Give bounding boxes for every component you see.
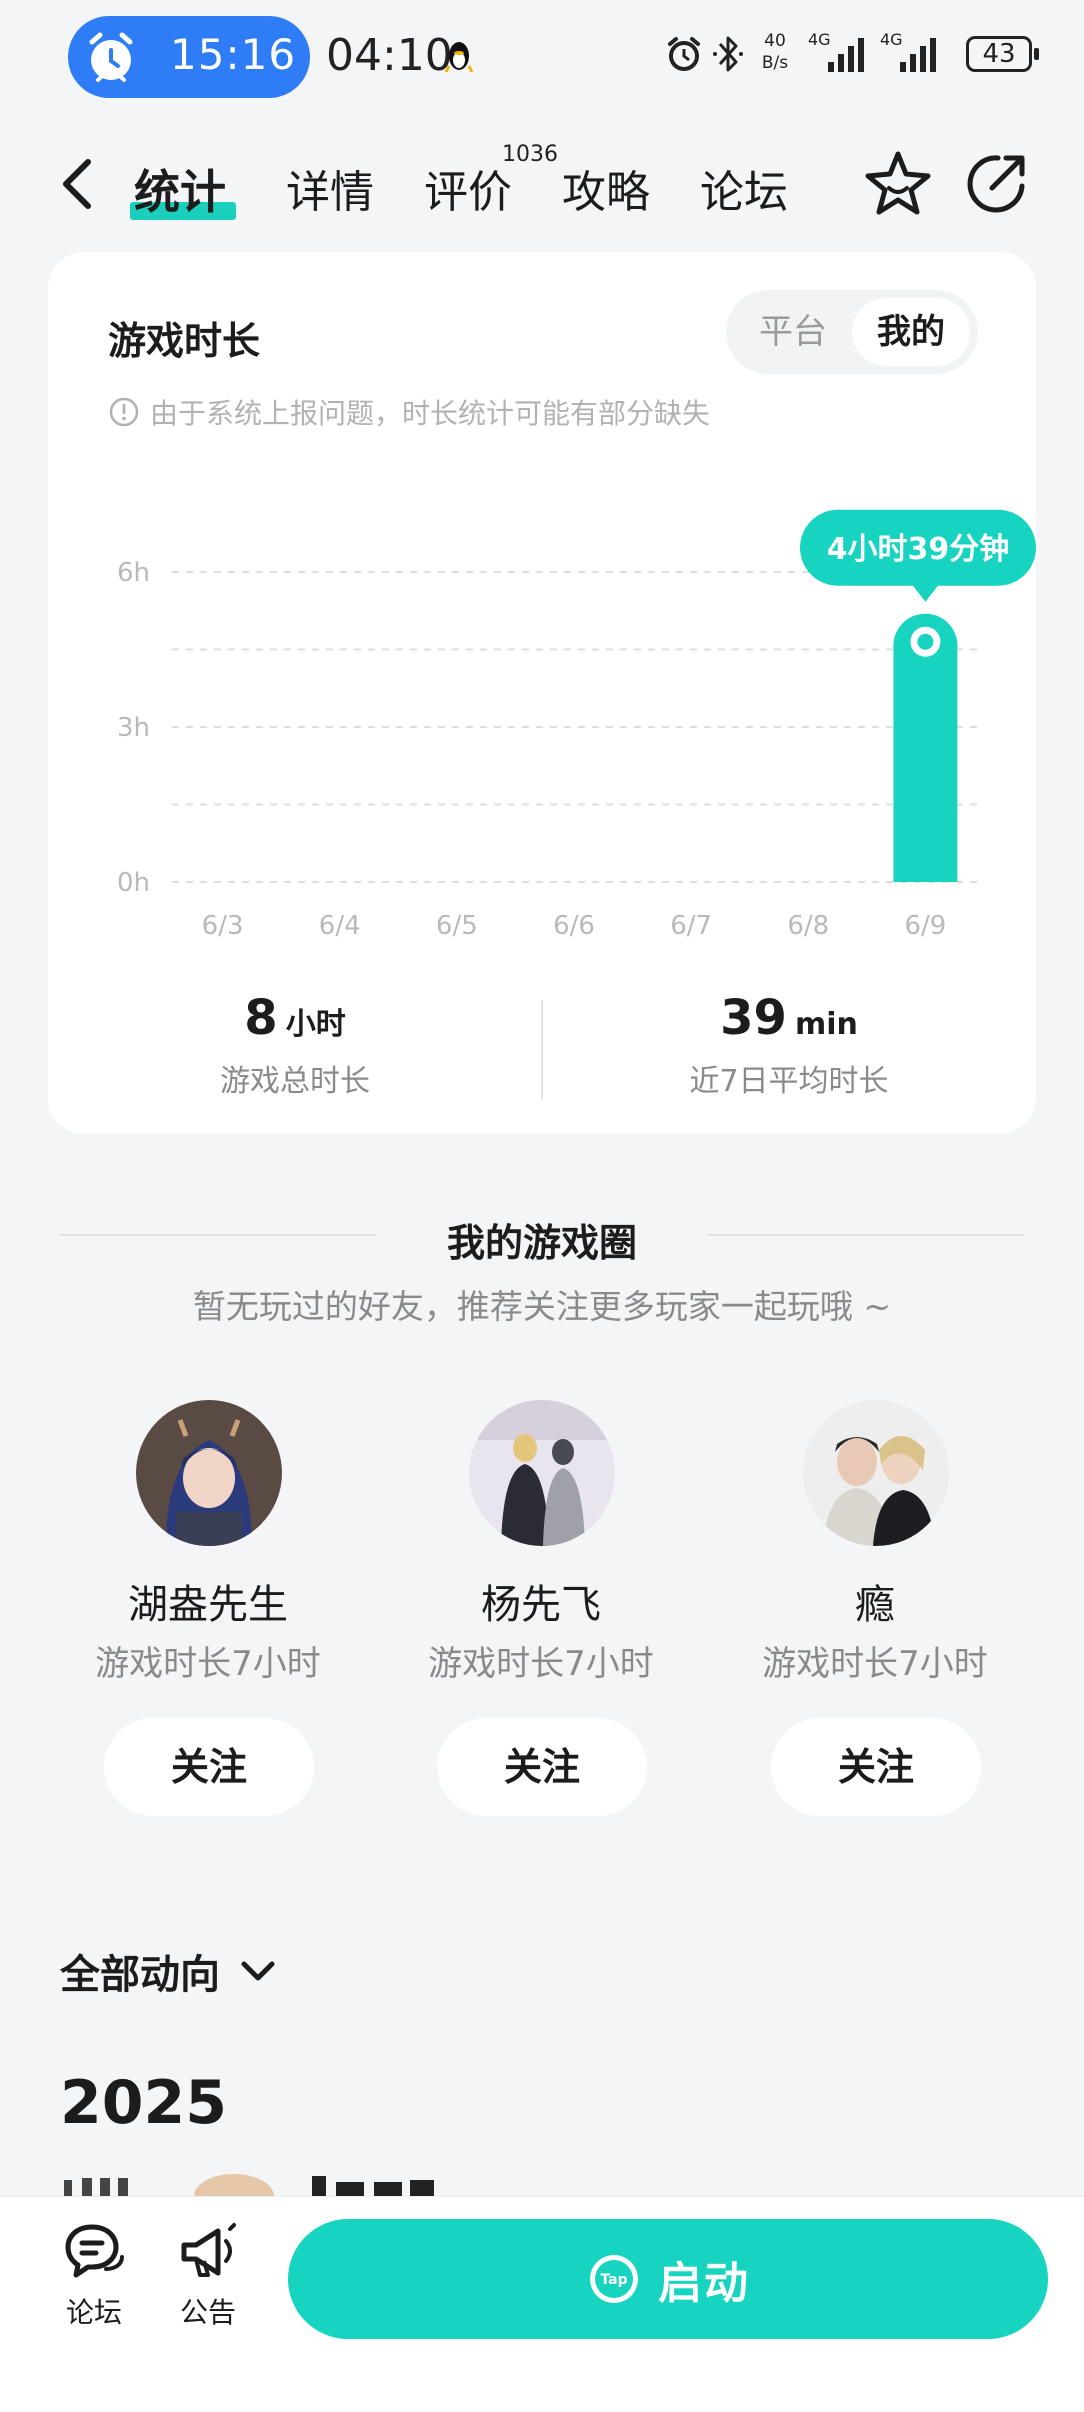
feed-filter-dropdown[interactable]: 全部动向 — [60, 1942, 278, 2000]
avg-playtime-label: 近7日平均时长 — [689, 1064, 889, 1099]
friend-avatar[interactable] — [469, 1400, 615, 1546]
top-nav: 统计 详情 评价 1036 攻略 论坛 — [0, 130, 1084, 240]
avg-playtime-value: 39 — [720, 990, 787, 1046]
notice-label: 公告 — [179, 2296, 236, 2329]
info-icon — [109, 397, 139, 427]
forum-button[interactable]: 论坛 — [44, 2219, 144, 2331]
tab-stats[interactable]: 统计 — [134, 156, 226, 222]
chart-bar-base — [893, 852, 958, 882]
launch-game-button[interactable]: Tap 启动 — [288, 2219, 1048, 2339]
tab-forum[interactable]: 论坛 — [700, 156, 788, 220]
friend-avatar[interactable] — [136, 1400, 282, 1546]
notice-text: 由于系统上报问题，时长统计可能有部分缺失 — [150, 397, 711, 430]
value-tooltip-text: 4小时39分钟 — [827, 532, 1010, 567]
segment-mine[interactable]: 我的 — [852, 298, 970, 366]
avg-playtime-unit: min — [794, 1007, 858, 1042]
megaphone-icon — [181, 2223, 236, 2277]
alarm-clock-icon — [89, 32, 133, 82]
share-icon[interactable] — [958, 146, 1034, 222]
x-tick-label: 6/6 — [553, 911, 595, 941]
forum-chat-icon — [65, 2224, 124, 2278]
taptap-logo-icon: Tap — [590, 2255, 638, 2303]
y-tick-label: 0h — [117, 868, 150, 898]
y-tick-label: 6h — [117, 558, 150, 588]
tab-details[interactable]: 详情 — [286, 156, 374, 220]
launch-label: 启动 — [658, 2258, 750, 2309]
tab-guides[interactable]: 攻略 — [562, 156, 650, 220]
playtime-title: 游戏时长 — [108, 319, 261, 363]
status-icons: 40 B/s 4G 4G 43 — [664, 30, 1084, 82]
bluetooth-icon — [713, 36, 743, 72]
section-divider-right — [708, 1234, 1024, 1236]
follow-button[interactable]: 关注 — [104, 1718, 314, 1816]
signal-1: 4G — [808, 30, 872, 74]
friend-name: 湖盎先生 — [128, 1582, 288, 1628]
value-tooltip-pointer — [911, 583, 940, 602]
net-speed-unit: B/s — [761, 53, 789, 73]
x-tick-label: 6/3 — [202, 911, 244, 941]
feed-filter-label: 全部动向 — [60, 1952, 220, 1998]
friend-avatar[interactable] — [803, 1400, 949, 1546]
bar-marker-inner — [917, 633, 934, 650]
bottom-action-bar: 论坛 公告 Tap 启动 — [0, 2196, 1084, 2412]
net-speed: 40 B/s — [754, 30, 796, 74]
alarm-status-icon — [668, 37, 700, 71]
total-playtime-stat: 8 小时 游戏总时长 — [48, 990, 542, 1100]
segment-platform[interactable]: 平台 — [734, 298, 852, 366]
chevron-down-icon — [241, 1961, 275, 1981]
total-playtime-value: 8 — [244, 990, 278, 1046]
tab-reviews[interactable]: 评价 — [424, 156, 512, 220]
system-clock: 04:10 — [326, 30, 453, 81]
signal-bars-icon — [828, 38, 864, 72]
friend-name: 杨先飞 — [481, 1582, 601, 1628]
follow-button[interactable]: 关注 — [437, 1718, 647, 1816]
total-playtime-unit: 小时 — [285, 1007, 346, 1042]
notice-button[interactable]: 公告 — [158, 2219, 258, 2331]
taptap-logo-text: Tap — [600, 2272, 627, 2288]
signal-bars-icon — [900, 38, 936, 72]
game-circle-title: 我的游戏圈 — [446, 1221, 637, 1265]
app-screen: 15:16 04:10 40 B/s 4G 4G 43 统计 详情 评价 103… — [0, 0, 1084, 2412]
net-speed-value: 40 — [764, 31, 786, 51]
battery-indicator: 43 — [966, 36, 1039, 72]
feed-item-peek — [64, 2174, 434, 2196]
feed-year: 2025 — [60, 2068, 227, 2138]
friend-playtime: 游戏时长7小时 — [762, 1644, 988, 1684]
x-tick-label: 6/4 — [319, 911, 361, 941]
x-tick-label: 6/8 — [787, 911, 829, 941]
friend-playtime: 游戏时长7小时 — [95, 1644, 321, 1684]
y-tick-label: 3h — [117, 713, 150, 743]
friend-name: 瘾 — [855, 1582, 895, 1628]
status-bar: 15:16 04:10 40 B/s 4G 4G 43 — [0, 0, 1084, 112]
alarm-pill[interactable]: 15:16 — [68, 16, 310, 98]
favorite-star-icon[interactable] — [860, 146, 936, 222]
x-tick-label: 6/7 — [670, 911, 712, 941]
x-tick-label: 6/5 — [436, 911, 478, 941]
qq-penguin-icon — [444, 42, 474, 73]
forum-label: 论坛 — [65, 2296, 122, 2329]
back-arrow-icon[interactable] — [56, 156, 100, 212]
playtime-chart: 6h 3h 0h 6/3 6/4 6/5 6/6 6/7 6/8 6/9 4小时39分钟 — [117, 509, 1036, 941]
alarm-time: 15:16 — [170, 30, 297, 79]
x-tick-label: 6/9 — [905, 911, 947, 941]
playtime-card: 游戏时长 平台 我的 由于系统上报问题，时长统计可能有部分缺失 6h 3h 0h 6/… — [48, 252, 1036, 1134]
avg-playtime-stat: 39 min 近7日平均时长 — [542, 990, 1036, 1100]
data-notice: 由于系统上报问题，时长统计可能有部分缺失 — [108, 392, 710, 432]
total-playtime-label: 游戏总时长 — [220, 1064, 370, 1099]
game-circle-subtitle: 暂无玩过的好友，推荐关注更多玩家一起玩哦 ~ — [192, 1287, 892, 1326]
friend-playtime: 游戏时长7小时 — [428, 1644, 654, 1684]
follow-button[interactable]: 关注 — [771, 1718, 981, 1816]
source-segmented-control: 平台 我的 — [726, 290, 978, 374]
review-count-badge: 1036 — [502, 142, 558, 167]
signal-2: 4G — [880, 30, 944, 74]
